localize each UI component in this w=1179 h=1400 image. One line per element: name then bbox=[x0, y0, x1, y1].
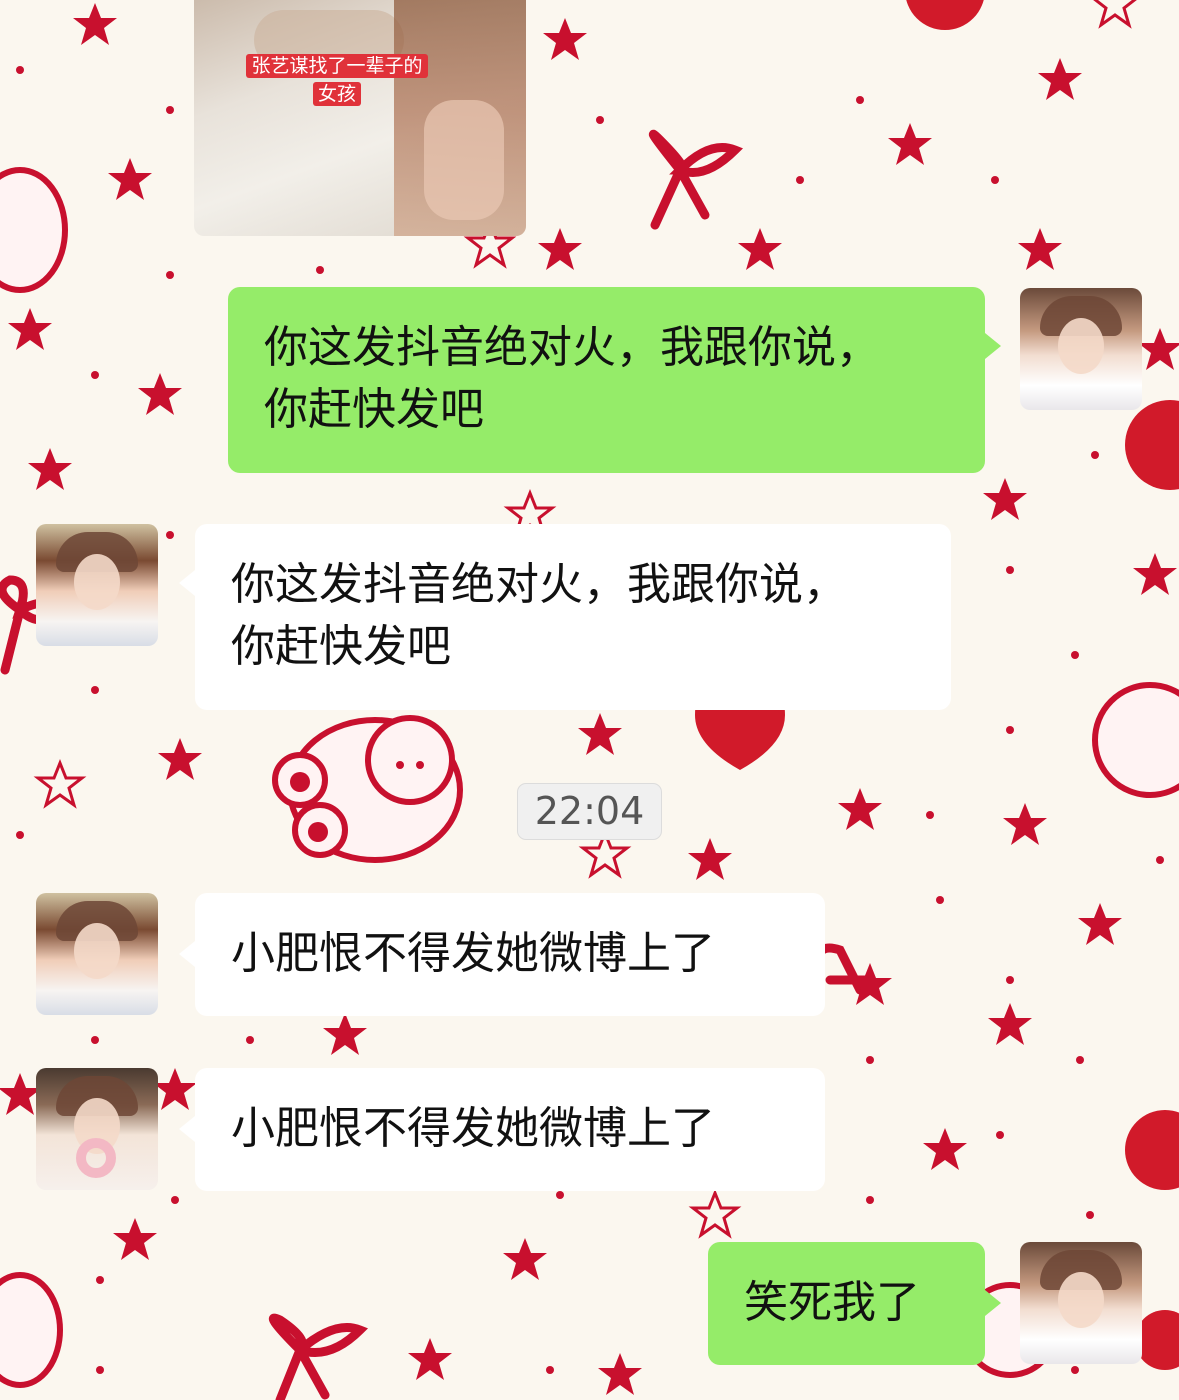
message-text-line: 你赶快发吧 bbox=[231, 621, 451, 672]
message-text-line: 你这发抖音绝对火，我跟你说， bbox=[264, 322, 880, 373]
message-text-line: 你赶快发吧 bbox=[264, 384, 484, 435]
avatar-face bbox=[1058, 1272, 1104, 1328]
girl-short-hair-avatar[interactable] bbox=[36, 893, 158, 1015]
video-thumbnail-message[interactable]: 张艺谋找了一辈子的女孩 bbox=[194, 0, 526, 236]
bubble-tail bbox=[985, 333, 1001, 359]
received-message-bubble[interactable]: 小肥恨不得发她微博上了 bbox=[179, 1068, 825, 1191]
sent-message-bubble[interactable]: 笑死我了 bbox=[708, 1242, 1001, 1365]
bubble-tail bbox=[179, 1116, 195, 1142]
received-message-bubble[interactable]: 小肥恨不得发她微博上了 bbox=[179, 893, 825, 1016]
chat-message-list[interactable]: 张艺谋找了一辈子的女孩 你这发抖音绝对火，我跟你说， 你赶快发吧 你这发抖音绝对… bbox=[0, 0, 1179, 1400]
sent-message-bubble[interactable]: 你这发抖音绝对火，我跟你说， 你赶快发吧 bbox=[228, 287, 1001, 473]
bubble-tail bbox=[179, 570, 195, 596]
message-text-line: 你这发抖音绝对火，我跟你说， bbox=[231, 559, 847, 610]
girl-short-hair-avatar[interactable] bbox=[36, 524, 158, 646]
bubble-tail bbox=[985, 1290, 1001, 1316]
message-text: 笑死我了 bbox=[744, 1277, 920, 1328]
bubble-tail bbox=[179, 941, 195, 967]
message-text: 小肥恨不得发她微博上了 bbox=[231, 928, 715, 979]
avatar-face bbox=[74, 923, 120, 979]
timestamp-divider: 22:04 bbox=[517, 783, 662, 840]
girl-long-hair-avatar[interactable] bbox=[1020, 288, 1142, 410]
thumbnail-shape bbox=[424, 100, 504, 220]
thumbnail-caption: 张艺谋找了一辈子的女孩 bbox=[242, 52, 432, 108]
anime-glasses-avatar[interactable] bbox=[36, 1068, 158, 1190]
message-text: 小肥恨不得发她微博上了 bbox=[231, 1103, 715, 1154]
donut-icon bbox=[76, 1138, 116, 1178]
avatar-face bbox=[1058, 318, 1104, 374]
received-message-bubble[interactable]: 你这发抖音绝对火，我跟你说， 你赶快发吧 bbox=[179, 524, 951, 710]
avatar-face bbox=[74, 554, 120, 610]
girl-long-hair-avatar[interactable] bbox=[1020, 1242, 1142, 1364]
